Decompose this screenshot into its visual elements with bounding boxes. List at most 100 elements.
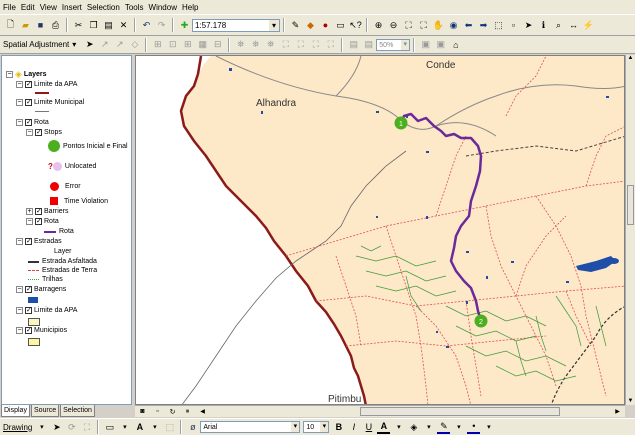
georef-icon-2[interactable]: ⛯ (249, 38, 262, 51)
toc-layer-barragens[interactable]: − ✓ Barragens (16, 286, 66, 293)
scrollbar-thumb[interactable] (627, 185, 634, 225)
rotate-icon[interactable]: ⟳ (65, 421, 78, 434)
dropdown-icon[interactable]: ▾ (148, 421, 161, 434)
italic-button[interactable]: I (347, 421, 360, 434)
map-view[interactable]: 1 2 Conde Alhandra Pitimbu (135, 55, 625, 405)
select-elements-icon[interactable]: ➤ (522, 19, 535, 32)
clear-limited-adjustment-icon[interactable]: ⊞ (181, 38, 194, 51)
collapse-icon[interactable]: − (16, 119, 23, 126)
layer-checkbox[interactable]: ✓ (35, 208, 42, 215)
marker-color-icon[interactable]: • (467, 421, 481, 434)
find-icon[interactable]: ⌕ (552, 19, 565, 32)
toc-layer-estradas[interactable]: − ✓ Estradas (16, 238, 62, 245)
toc-layer-limite-municipal[interactable]: − ✓ Limite Municipal (16, 99, 84, 106)
new-icon[interactable]: 🗋 (4, 19, 17, 32)
zoom-in-icon[interactable]: ⊕ (372, 19, 385, 32)
map-horizontal-scrollbar[interactable]: ◙ ▫ ↻ ⏸ ◀ ▶ (135, 405, 625, 417)
dropdown-icon[interactable]: ▾ (422, 421, 435, 434)
measure-icon[interactable]: ↔ (567, 19, 580, 32)
new-limited-adjustment-icon[interactable]: ⊡ (166, 38, 179, 51)
collapse-icon[interactable]: − (6, 71, 13, 78)
dropdown-icon[interactable]: ▾ (118, 421, 131, 434)
scroll-left-icon[interactable]: ◀ (196, 405, 209, 418)
map-scale-input[interactable]: 1:57.178 (192, 18, 280, 32)
select-features-icon[interactable]: ⬚ (492, 19, 505, 32)
arccatalog-icon[interactable]: ● (319, 19, 332, 32)
modify-link-icon[interactable]: ↗ (113, 38, 126, 51)
collapse-icon[interactable]: − (16, 307, 23, 314)
collapse-icon[interactable]: − (16, 286, 23, 293)
zoom-whole-page-icon[interactable]: ⛶ (80, 421, 93, 434)
paste-icon[interactable]: ▤ (102, 19, 115, 32)
collapse-icon[interactable]: − (16, 81, 23, 88)
select-elements-icon[interactable]: ➤ (83, 38, 96, 51)
layout-icon-1[interactable]: ▤ (347, 38, 360, 51)
refresh-icon[interactable]: ↻ (166, 405, 179, 418)
new-text-icon[interactable]: A (133, 421, 146, 434)
font-select[interactable]: Arial (200, 421, 301, 433)
full-extent-icon[interactable]: ◉ (447, 19, 460, 32)
collapse-icon[interactable]: − (16, 327, 23, 334)
layer-checkbox[interactable]: ✓ (25, 119, 32, 126)
layer-checkbox[interactable]: ✓ (35, 218, 42, 225)
tab-display[interactable]: Display (1, 405, 30, 417)
data-view-icon[interactable]: ◙ (136, 405, 149, 418)
zoom-out-icon[interactable]: ⊖ (387, 19, 400, 32)
scroll-down-icon[interactable]: ▼ (626, 398, 635, 404)
toc-layer-municipios[interactable]: − ✓ Municipios (16, 327, 67, 334)
clear-selection-icon[interactable]: ▫ (507, 19, 520, 32)
georef-icon-6[interactable]: ⛶ (309, 38, 322, 51)
toc-layer-stops[interactable]: − ✓ Stops (26, 129, 62, 136)
bold-button[interactable]: B (332, 421, 345, 434)
layer-checkbox[interactable]: ✓ (25, 327, 32, 334)
collapse-icon[interactable]: − (26, 218, 33, 225)
menu-file[interactable]: File (3, 3, 16, 12)
tab-source[interactable]: Source (30, 405, 60, 417)
collapse-icon[interactable]: − (16, 238, 23, 245)
dropdown-icon[interactable]: ▾ (482, 421, 495, 434)
delete-icon[interactable]: ✕ (117, 19, 130, 32)
georef-icon-5[interactable]: ⛶ (294, 38, 307, 51)
toc-layer-rota-route[interactable]: − ✓ Rota (26, 218, 59, 225)
drawing-menu[interactable]: Drawing (3, 423, 32, 432)
tab-selection[interactable]: Selection (60, 405, 95, 417)
layout-view-icon[interactable]: ▫ (151, 405, 164, 418)
layer-checkbox[interactable]: ✓ (25, 286, 32, 293)
layer-checkbox[interactable]: ✓ (25, 99, 32, 106)
rectangle-icon[interactable]: ▭ (103, 421, 116, 434)
georef-icon-4[interactable]: ⛶ (279, 38, 292, 51)
line-color-icon[interactable]: ✎ (437, 421, 451, 434)
identify-icon[interactable]: ℹ (537, 19, 550, 32)
menu-tools[interactable]: Tools (125, 3, 144, 12)
copy-icon[interactable]: ❐ (87, 19, 100, 32)
spatial-adjustment-dropdown-icon[interactable]: ▾ (72, 40, 76, 49)
redo-icon[interactable]: ↷ (155, 19, 168, 32)
dropdown-icon[interactable]: ▾ (35, 421, 48, 434)
view-link-table-icon[interactable]: ▦ (196, 38, 209, 51)
multiple-displacement-icon[interactable]: ◇ (128, 38, 141, 51)
model-builder-icon[interactable]: ▭ (334, 19, 347, 32)
back-extent-icon[interactable]: ⬅ (462, 19, 475, 32)
font-size-select[interactable]: 10 (303, 421, 330, 433)
hyperlink-icon[interactable]: ⚡ (582, 19, 595, 32)
layout-icon-2[interactable]: ▤ (362, 38, 375, 51)
toc-layer-limite-apa-fill[interactable]: − ✓ Limite da APA (16, 307, 77, 314)
layout-icon-3[interactable]: ▣ (419, 38, 432, 51)
new-displacement-link-icon[interactable]: ↗ (98, 38, 111, 51)
arctoolbox-icon[interactable]: ◆ (304, 19, 317, 32)
map-vertical-scrollbar[interactable]: ▲ ▼ (625, 55, 635, 405)
layout-icon-5[interactable]: ⌂ (449, 38, 462, 51)
print-icon[interactable]: ⎙ (49, 19, 62, 32)
georef-icon-1[interactable]: ⛯ (234, 38, 247, 51)
horizontal-scroll-thumb[interactable] (360, 407, 560, 416)
dropdown-icon[interactable]: ▾ (452, 421, 465, 434)
layer-checkbox[interactable]: ✓ (25, 238, 32, 245)
scroll-right-icon[interactable]: ▶ (611, 405, 624, 418)
toc-layer-barriers[interactable]: + ✓ Barriers (26, 208, 69, 215)
add-data-icon[interactable]: ✚ (178, 19, 191, 32)
collapse-icon[interactable]: − (26, 129, 33, 136)
editor-icon[interactable]: ✎ (289, 19, 302, 32)
fixed-zoom-in-icon[interactable]: ⛶ (402, 19, 415, 32)
underline-button[interactable]: U (362, 421, 375, 434)
zoom-percent-select[interactable]: 50% (376, 38, 411, 51)
